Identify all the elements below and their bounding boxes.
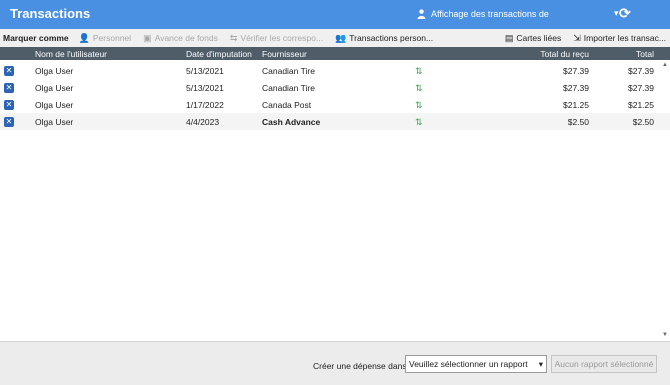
verify-label: Vérifier les correspo... xyxy=(240,33,324,43)
advance-label: Avance de fonds xyxy=(154,33,218,43)
import-icon: ⇲ xyxy=(573,32,581,43)
cell-total: $2.50 xyxy=(632,117,654,127)
refresh-icon[interactable]: ⟳ xyxy=(619,5,631,22)
no-report-selected-button[interactable]: Aucun rapport sélectionné xyxy=(551,355,657,373)
column-total[interactable]: Total xyxy=(636,49,654,59)
remove-icon[interactable]: ✕ xyxy=(4,100,14,110)
chevron-down-icon[interactable]: ▾ xyxy=(614,8,619,19)
cell-date: 5/13/2021 xyxy=(186,83,224,93)
report-select[interactable]: Veuillez sélectionner un rapport ▾ xyxy=(405,355,547,373)
cell-receipt-total: $2.50 xyxy=(567,117,589,127)
receipt-match-icon[interactable]: ⇅ xyxy=(415,66,423,77)
import-label: Importer les transac... xyxy=(583,33,666,43)
cell-vendor: Canadian Tire xyxy=(262,66,315,76)
receipt-match-icon[interactable]: ⇅ xyxy=(415,117,423,128)
cell-date: 1/17/2022 xyxy=(186,100,224,110)
match-icon: ⇆ xyxy=(229,32,238,43)
scroll-up-arrow[interactable]: ▲ xyxy=(662,62,668,68)
verify-matches-button[interactable]: ⇆ Vérifier les correspo... xyxy=(230,33,323,44)
linked-cards-button[interactable]: ▤ Cartes liées xyxy=(505,33,561,44)
cell-vendor: Canada Post xyxy=(262,100,312,110)
cell-receipt-total: $21.25 xyxy=(563,100,589,110)
cell-vendor: Canadian Tire xyxy=(262,83,315,93)
personal-button[interactable]: 👤 Personnel xyxy=(79,33,132,44)
personal-label: Personnel xyxy=(92,33,132,43)
card-icon: ▤ xyxy=(504,32,514,43)
mark-as-label: Marquer comme xyxy=(3,33,69,43)
remove-icon[interactable]: ✕ xyxy=(4,66,14,76)
window-title: Transactions xyxy=(10,6,91,21)
scroll-down-arrow[interactable]: ▼ xyxy=(662,332,668,338)
column-date[interactable]: Date d'imputation xyxy=(186,49,252,59)
cell-receipt-total: $27.39 xyxy=(563,83,589,93)
title-bar: Transactions Affichage des transactions … xyxy=(0,0,670,29)
cell-total: $21.25 xyxy=(628,100,654,110)
cell-total: $27.39 xyxy=(628,83,654,93)
cell-receipt-total: $27.39 xyxy=(563,66,589,76)
table-row[interactable]: ✕ Olga User 1/17/2022 Canada Post ⇅ $21.… xyxy=(0,96,670,113)
cell-total: $27.39 xyxy=(628,66,654,76)
linked-cards-label: Cartes liées xyxy=(516,33,562,43)
cash-advance-button[interactable]: ▣ Avance de fonds xyxy=(143,33,218,44)
money-icon: ▣ xyxy=(143,32,152,43)
cell-date: 4/4/2023 xyxy=(186,117,220,127)
transactions-person-label: Transactions person... xyxy=(349,33,434,43)
receipt-match-icon[interactable]: ⇅ xyxy=(415,100,423,111)
view-transactions-selector[interactable]: Affichage des transactions de ▾ xyxy=(417,8,619,19)
receipt-match-icon[interactable]: ⇅ xyxy=(415,83,423,94)
toolbar: Marquer comme 👤 Personnel ▣ Avance de fo… xyxy=(0,29,670,47)
remove-icon[interactable]: ✕ xyxy=(4,117,14,127)
person-tag-icon: 👤 xyxy=(78,32,90,43)
create-expense-label: Créer une dépense dans : xyxy=(313,361,412,371)
table-row[interactable]: ✕ Olga User 5/13/2021 Canadian Tire ⇅ $2… xyxy=(0,79,670,96)
cell-user: Olga User xyxy=(35,83,74,93)
report-select-value: Veuillez sélectionner un rapport xyxy=(409,359,528,369)
cell-user: Olga User xyxy=(35,117,74,127)
chevron-down-icon: ▾ xyxy=(538,359,543,369)
transactions-person-button[interactable]: 👥 Transactions person... xyxy=(335,33,433,44)
cell-vendor: Cash Advance xyxy=(262,117,321,127)
table-row[interactable]: ✕ Olga User 4/4/2023 Cash Advance ⇅ $2.5… xyxy=(0,113,670,130)
remove-icon[interactable]: ✕ xyxy=(4,83,14,93)
person-transfer-icon: 👥 xyxy=(335,32,347,43)
view-label: Affichage des transactions de xyxy=(431,8,549,19)
cell-user: Olga User xyxy=(35,100,74,110)
cell-date: 5/13/2021 xyxy=(186,66,224,76)
column-user[interactable]: Nom de l'utilisateur xyxy=(35,49,107,59)
column-vendor[interactable]: Fournisseur xyxy=(262,49,307,59)
person-icon xyxy=(417,8,426,19)
table-row[interactable]: ✕ Olga User 5/13/2021 Canadian Tire ⇅ $2… xyxy=(0,62,670,79)
cell-user: Olga User xyxy=(35,66,74,76)
table-header: Nom de l'utilisateur Date d'imputation F… xyxy=(0,47,670,60)
footer-bar: Créer une dépense dans : Veuillez sélect… xyxy=(0,341,670,385)
column-receipt-total[interactable]: Total du reçu xyxy=(540,49,589,59)
import-transactions-button[interactable]: ⇲ Importer les transac... xyxy=(573,33,666,44)
